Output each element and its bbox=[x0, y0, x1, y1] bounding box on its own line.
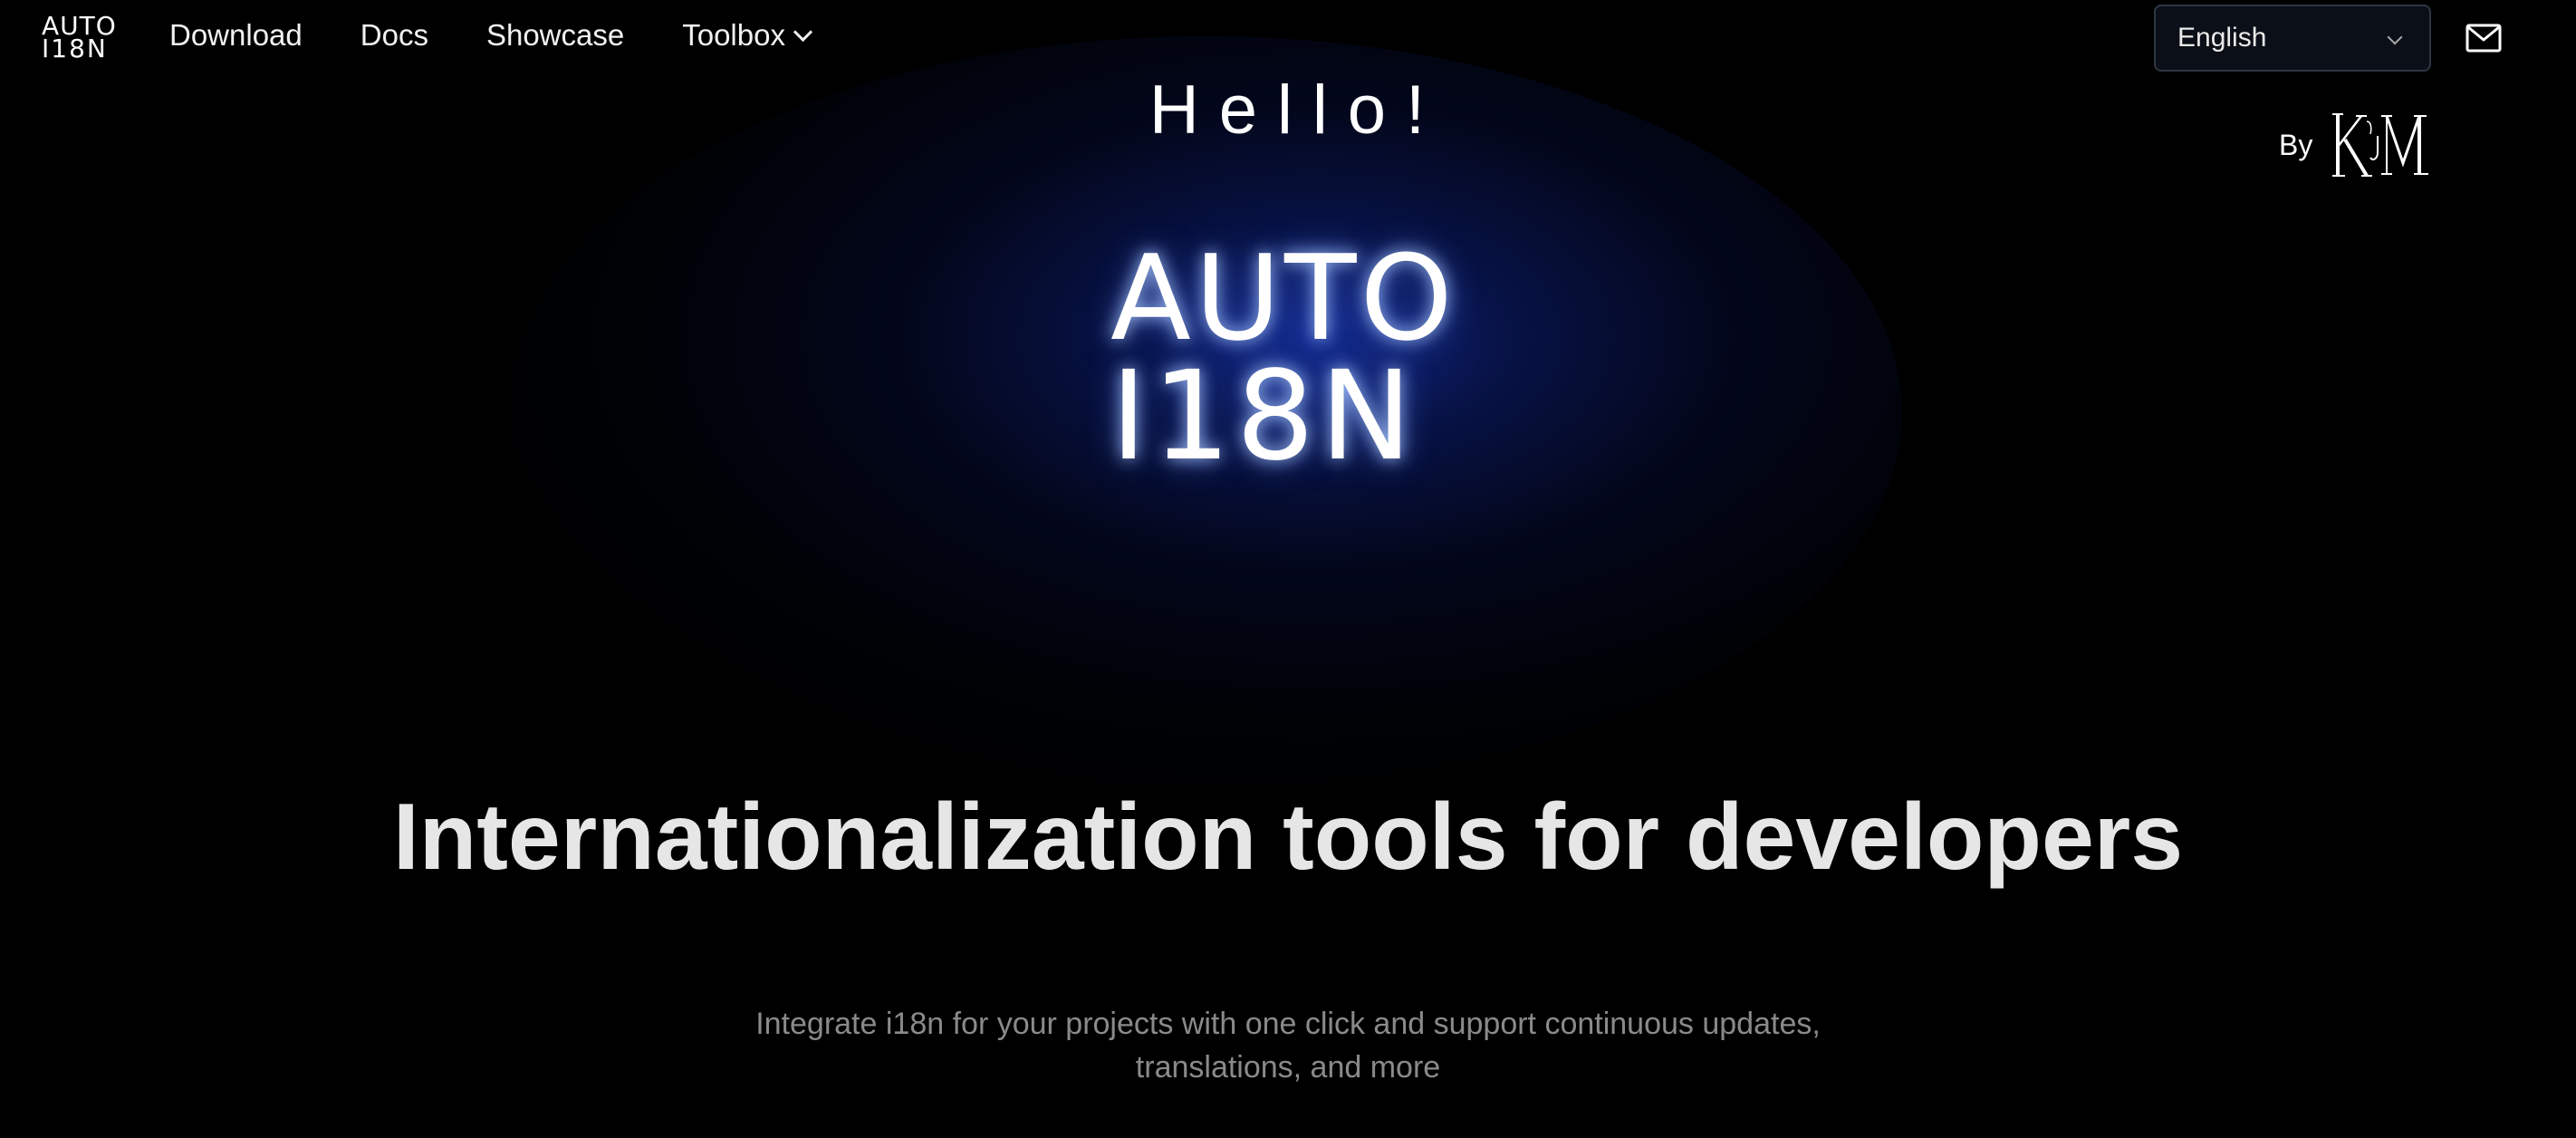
nav-link-toolbox[interactable]: Toolbox bbox=[682, 18, 813, 53]
chevron-down-icon bbox=[2387, 29, 2403, 45]
language-selected-value: English bbox=[2177, 23, 2267, 53]
nav-links: Download Docs Showcase Toolbox bbox=[169, 18, 813, 53]
hero-subtitle: Integrate i18n for your projects with on… bbox=[755, 1007, 1821, 1085]
nav-link-download[interactable]: Download bbox=[169, 18, 303, 53]
nav-link-label: Toolbox bbox=[682, 18, 785, 52]
top-nav: AUTO I18N Download Docs Showcase Toolbox… bbox=[0, 0, 2576, 78]
nav-link-label: Docs bbox=[360, 18, 428, 52]
hero-brand-logo: AUTO I18N bbox=[1110, 229, 1456, 488]
nav-link-label: Download bbox=[169, 18, 303, 52]
hero-headline: Internationalization tools for developer… bbox=[392, 785, 2184, 890]
author-credit[interactable]: By bbox=[2279, 109, 2432, 181]
brand-line-1: AUTO bbox=[1110, 229, 1456, 367]
language-select[interactable]: English bbox=[2154, 5, 2431, 72]
by-label: By bbox=[2279, 128, 2313, 161]
hero-greeting: Hello! bbox=[1149, 72, 1446, 149]
nav-link-docs[interactable]: Docs bbox=[360, 18, 428, 53]
chevron-down-icon bbox=[793, 22, 813, 42]
logo-line-2: I18N bbox=[42, 34, 108, 63]
km-logo-icon bbox=[2332, 113, 2429, 178]
mail-icon[interactable] bbox=[2465, 24, 2502, 53]
nav-link-label: Showcase bbox=[485, 18, 625, 52]
site-logo[interactable]: AUTO I18N bbox=[42, 14, 116, 63]
nav-link-showcase[interactable]: Showcase bbox=[486, 18, 624, 53]
brand-line-2: I18N bbox=[1110, 345, 1418, 488]
landing-page: AUTO I18N Download Docs Showcase Toolbox… bbox=[0, 0, 2576, 1138]
